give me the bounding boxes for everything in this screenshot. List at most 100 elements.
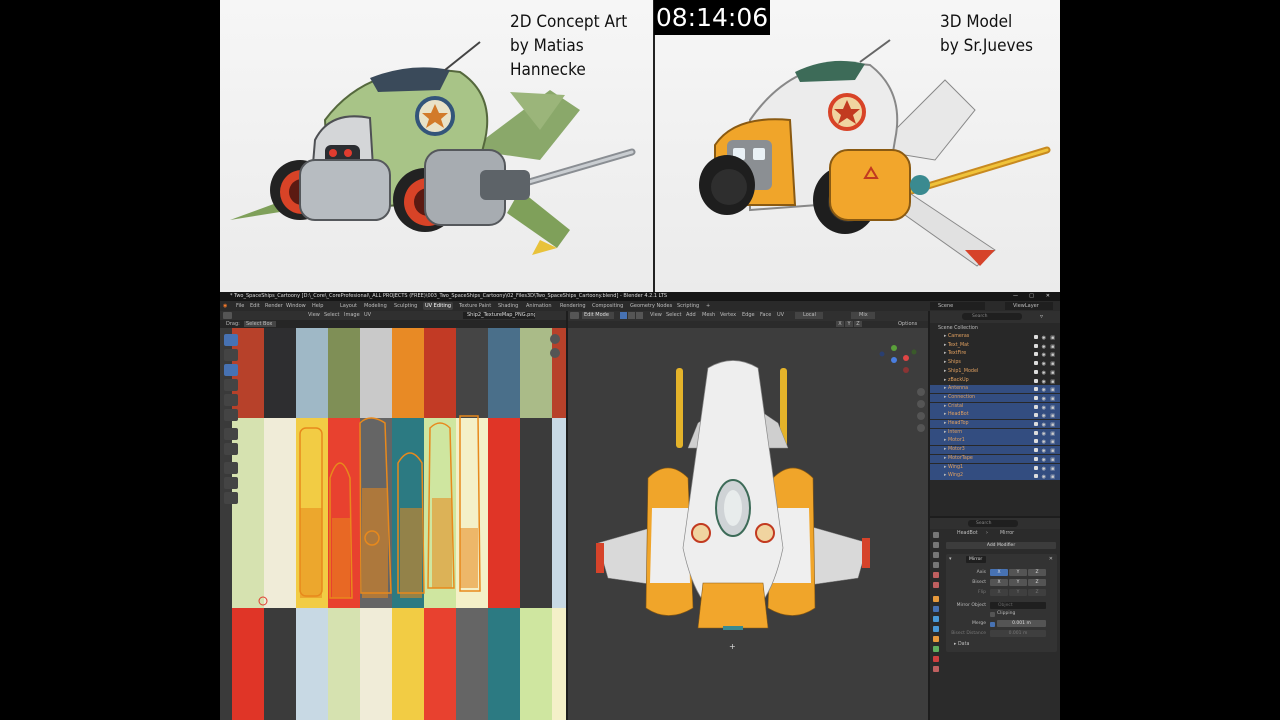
outliner-row[interactable]: ▸ Wing2 ◉ ▣ <box>930 472 1060 481</box>
exclude-checkbox[interactable] <box>1034 430 1038 435</box>
workspace-tab-modeling[interactable]: Modeling <box>362 302 389 310</box>
uv-uv-menu[interactable]: UV <box>364 312 371 318</box>
rip-tool-icon[interactable] <box>224 443 238 455</box>
grid-toggle-icon[interactable] <box>917 424 925 432</box>
pinch-tool-icon[interactable] <box>224 492 238 504</box>
collapse-arrow-icon[interactable]: ▾ <box>949 556 952 562</box>
outliner-row[interactable]: ▸ HeadBot ◉ ▣ <box>930 411 1060 420</box>
workspace-tab-texture-paint[interactable]: Texture Paint <box>457 302 493 310</box>
modifier-remove-icon[interactable]: ✕ <box>1049 556 1053 562</box>
workspace-tab-uv-editing[interactable]: UV Editing <box>423 302 454 310</box>
viewport-select-menu[interactable]: Select <box>666 312 681 318</box>
render-camera-icon[interactable]: ▣ <box>1050 473 1055 481</box>
world-tab-icon[interactable] <box>933 582 939 588</box>
material-tab-icon[interactable] <box>933 656 939 662</box>
exclude-checkbox[interactable] <box>1034 404 1038 409</box>
merge-distance-field[interactable]: 0.001 m <box>997 620 1046 627</box>
face-select-icon[interactable] <box>636 312 643 319</box>
workspace-tab-sculpting[interactable]: Sculpting <box>392 302 419 310</box>
uv-view-menu[interactable]: View <box>308 312 320 318</box>
drag-select-box-dropdown[interactable]: Select Box <box>244 321 276 327</box>
outliner-row[interactable]: ▸ Text_Mat ◉ ▣ <box>930 342 1060 350</box>
annotate-tool-icon[interactable] <box>224 428 238 440</box>
exclude-checkbox[interactable] <box>1034 413 1038 418</box>
render-tab-icon[interactable] <box>933 542 939 548</box>
scene-collection-row[interactable]: Scene Collection <box>930 325 1060 333</box>
workspace-tab-rendering[interactable]: Rendering <box>558 302 588 310</box>
exclude-checkbox[interactable] <box>1034 395 1038 400</box>
outliner-row[interactable]: ▸ Motor3 ◉ ▣ <box>930 446 1060 455</box>
exclude-checkbox[interactable] <box>1034 335 1038 339</box>
editor-type-icon[interactable] <box>570 312 579 319</box>
filter-icon[interactable]: ▿ <box>1040 313 1043 320</box>
workspace-tab-compositing[interactable]: Compositing <box>590 302 625 310</box>
mode-selector[interactable]: Edit Mode <box>582 312 614 319</box>
camera-view-icon[interactable] <box>917 412 925 420</box>
modifier-tab-icon[interactable] <box>933 606 939 612</box>
edge-select-icon[interactable] <box>628 312 635 319</box>
outliner-row[interactable]: ▸ zBackUp ◉ ▣ <box>930 377 1060 385</box>
view-layer-selector[interactable]: ViewLayer <box>1005 302 1053 310</box>
minimize-icon[interactable]: — <box>1013 292 1018 301</box>
scale-tool-icon[interactable] <box>224 394 238 406</box>
data-subpanel-toggle[interactable]: ▸ Data <box>954 642 969 647</box>
modifier-name-field[interactable]: Mirror <box>966 556 986 563</box>
blender-logo-icon[interactable]: ◉ <box>223 301 227 311</box>
workspace-tab-animation[interactable]: Animation <box>524 302 554 310</box>
pan-hand-icon[interactable] <box>550 348 560 358</box>
outliner-row[interactable]: ▸ TextFire ◉ ▣ <box>930 350 1060 358</box>
exclude-checkbox[interactable] <box>1034 465 1038 470</box>
flip-x-toggle[interactable]: X <box>990 589 1008 596</box>
exclude-checkbox[interactable] <box>1034 422 1038 426</box>
data-tab-icon[interactable] <box>933 646 939 652</box>
uv-editor-canvas[interactable] <box>220 328 566 720</box>
particles-tab-icon[interactable] <box>933 616 939 622</box>
viewport-vertex-menu[interactable]: Vertex <box>720 312 736 318</box>
add-workspace-icon[interactable]: + <box>706 301 710 311</box>
constraints-tab-icon[interactable] <box>933 636 939 642</box>
outliner-row[interactable]: ▸ Motor1 ◉ ▣ <box>930 437 1060 446</box>
viewport-uv-menu[interactable]: UV <box>777 312 784 318</box>
menu-render[interactable]: Render <box>265 301 283 311</box>
exclude-checkbox[interactable] <box>1034 456 1038 461</box>
relax-tool-icon[interactable] <box>224 477 238 489</box>
outliner-row[interactable]: ▸ MotorTape ◉ ▣ <box>930 454 1060 463</box>
menu-window[interactable]: Window <box>286 301 306 311</box>
options-dropdown[interactable]: Options <box>898 321 917 327</box>
clipping-checkbox[interactable] <box>990 612 995 617</box>
axis-y-toggle[interactable]: Y <box>1009 569 1027 576</box>
mirror-x-toggle[interactable]: X <box>836 321 844 327</box>
exclude-checkbox[interactable] <box>1034 378 1038 383</box>
properties-search-input[interactable]: Search <box>968 520 1018 527</box>
axis-z-toggle[interactable]: Z <box>1028 569 1046 576</box>
viewport-add-menu[interactable]: Add <box>686 312 696 318</box>
mirror-z-toggle[interactable]: Z <box>854 321 862 327</box>
merge-checkbox[interactable] <box>990 622 995 627</box>
exclude-checkbox[interactable] <box>1034 369 1038 374</box>
transform-orientation-dropdown[interactable]: Local <box>795 312 823 319</box>
outliner-row[interactable]: ▸ Ship1_Model ◉ ▣ <box>930 368 1060 376</box>
outliner-search-input[interactable]: Search <box>962 313 1022 320</box>
cursor-tool-icon[interactable] <box>224 349 238 361</box>
menu-edit[interactable]: Edit <box>250 301 260 311</box>
scene-selector[interactable]: Scene <box>930 302 985 310</box>
flip-y-toggle[interactable]: Y <box>1009 589 1027 596</box>
exclude-checkbox[interactable] <box>1034 343 1038 348</box>
viewport-mesh-menu[interactable]: Mesh <box>702 312 715 318</box>
exclude-checkbox[interactable] <box>1034 474 1038 479</box>
bisect-distance-field[interactable]: 0.001 m <box>990 630 1046 637</box>
exclude-checkbox[interactable] <box>1034 352 1038 357</box>
pivot-dropdown[interactable]: Mix <box>851 312 875 319</box>
outliner-row[interactable]: ▸ Connection ◉ ▣ <box>930 393 1060 402</box>
view-layer-tab-icon[interactable] <box>933 562 939 568</box>
physics-tab-icon[interactable] <box>933 626 939 632</box>
menu-file[interactable]: File <box>236 301 244 311</box>
menu-help[interactable]: Help <box>312 301 323 311</box>
outliner-row[interactable]: ▸ Ships ◉ ▣ <box>930 359 1060 367</box>
workspace-tab-shading[interactable]: Shading <box>496 302 520 310</box>
outliner-row[interactable]: ▸ Cristal ◉ ▣ <box>930 402 1060 411</box>
mirror-object-field[interactable]: Object <box>990 602 1046 609</box>
maximize-icon[interactable]: □ <box>1029 292 1034 301</box>
close-icon[interactable]: ✕ <box>1046 292 1050 301</box>
outliner-row[interactable]: ▸ Intern ◉ ▣ <box>930 428 1060 437</box>
